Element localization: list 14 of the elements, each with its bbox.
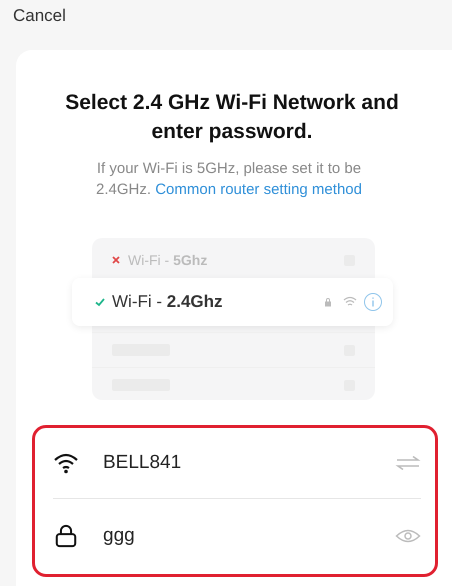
info-icon [363, 292, 383, 312]
lock-icon [323, 297, 333, 307]
lock-icon [53, 524, 79, 548]
network-name-field[interactable]: BELL841 [103, 452, 371, 474]
wifi-icon [343, 296, 357, 308]
hint-text: If your Wi-Fi is 5GHz, please set it to be 2.4GHz. Common router setting method [95, 159, 363, 200]
network-label: Wi-Fi - 2.4Ghz [112, 292, 224, 312]
password-field[interactable]: ggg [103, 525, 371, 547]
eye-icon[interactable] [395, 528, 421, 544]
network-label: Wi-Fi - 5Ghz [128, 252, 208, 268]
cancel-link[interactable]: Cancel [13, 6, 66, 26]
wifi-icon [53, 451, 79, 475]
swap-icon[interactable] [395, 455, 421, 471]
page-title: Select 2.4 GHz Wi-Fi Network and enter password. [64, 90, 400, 145]
